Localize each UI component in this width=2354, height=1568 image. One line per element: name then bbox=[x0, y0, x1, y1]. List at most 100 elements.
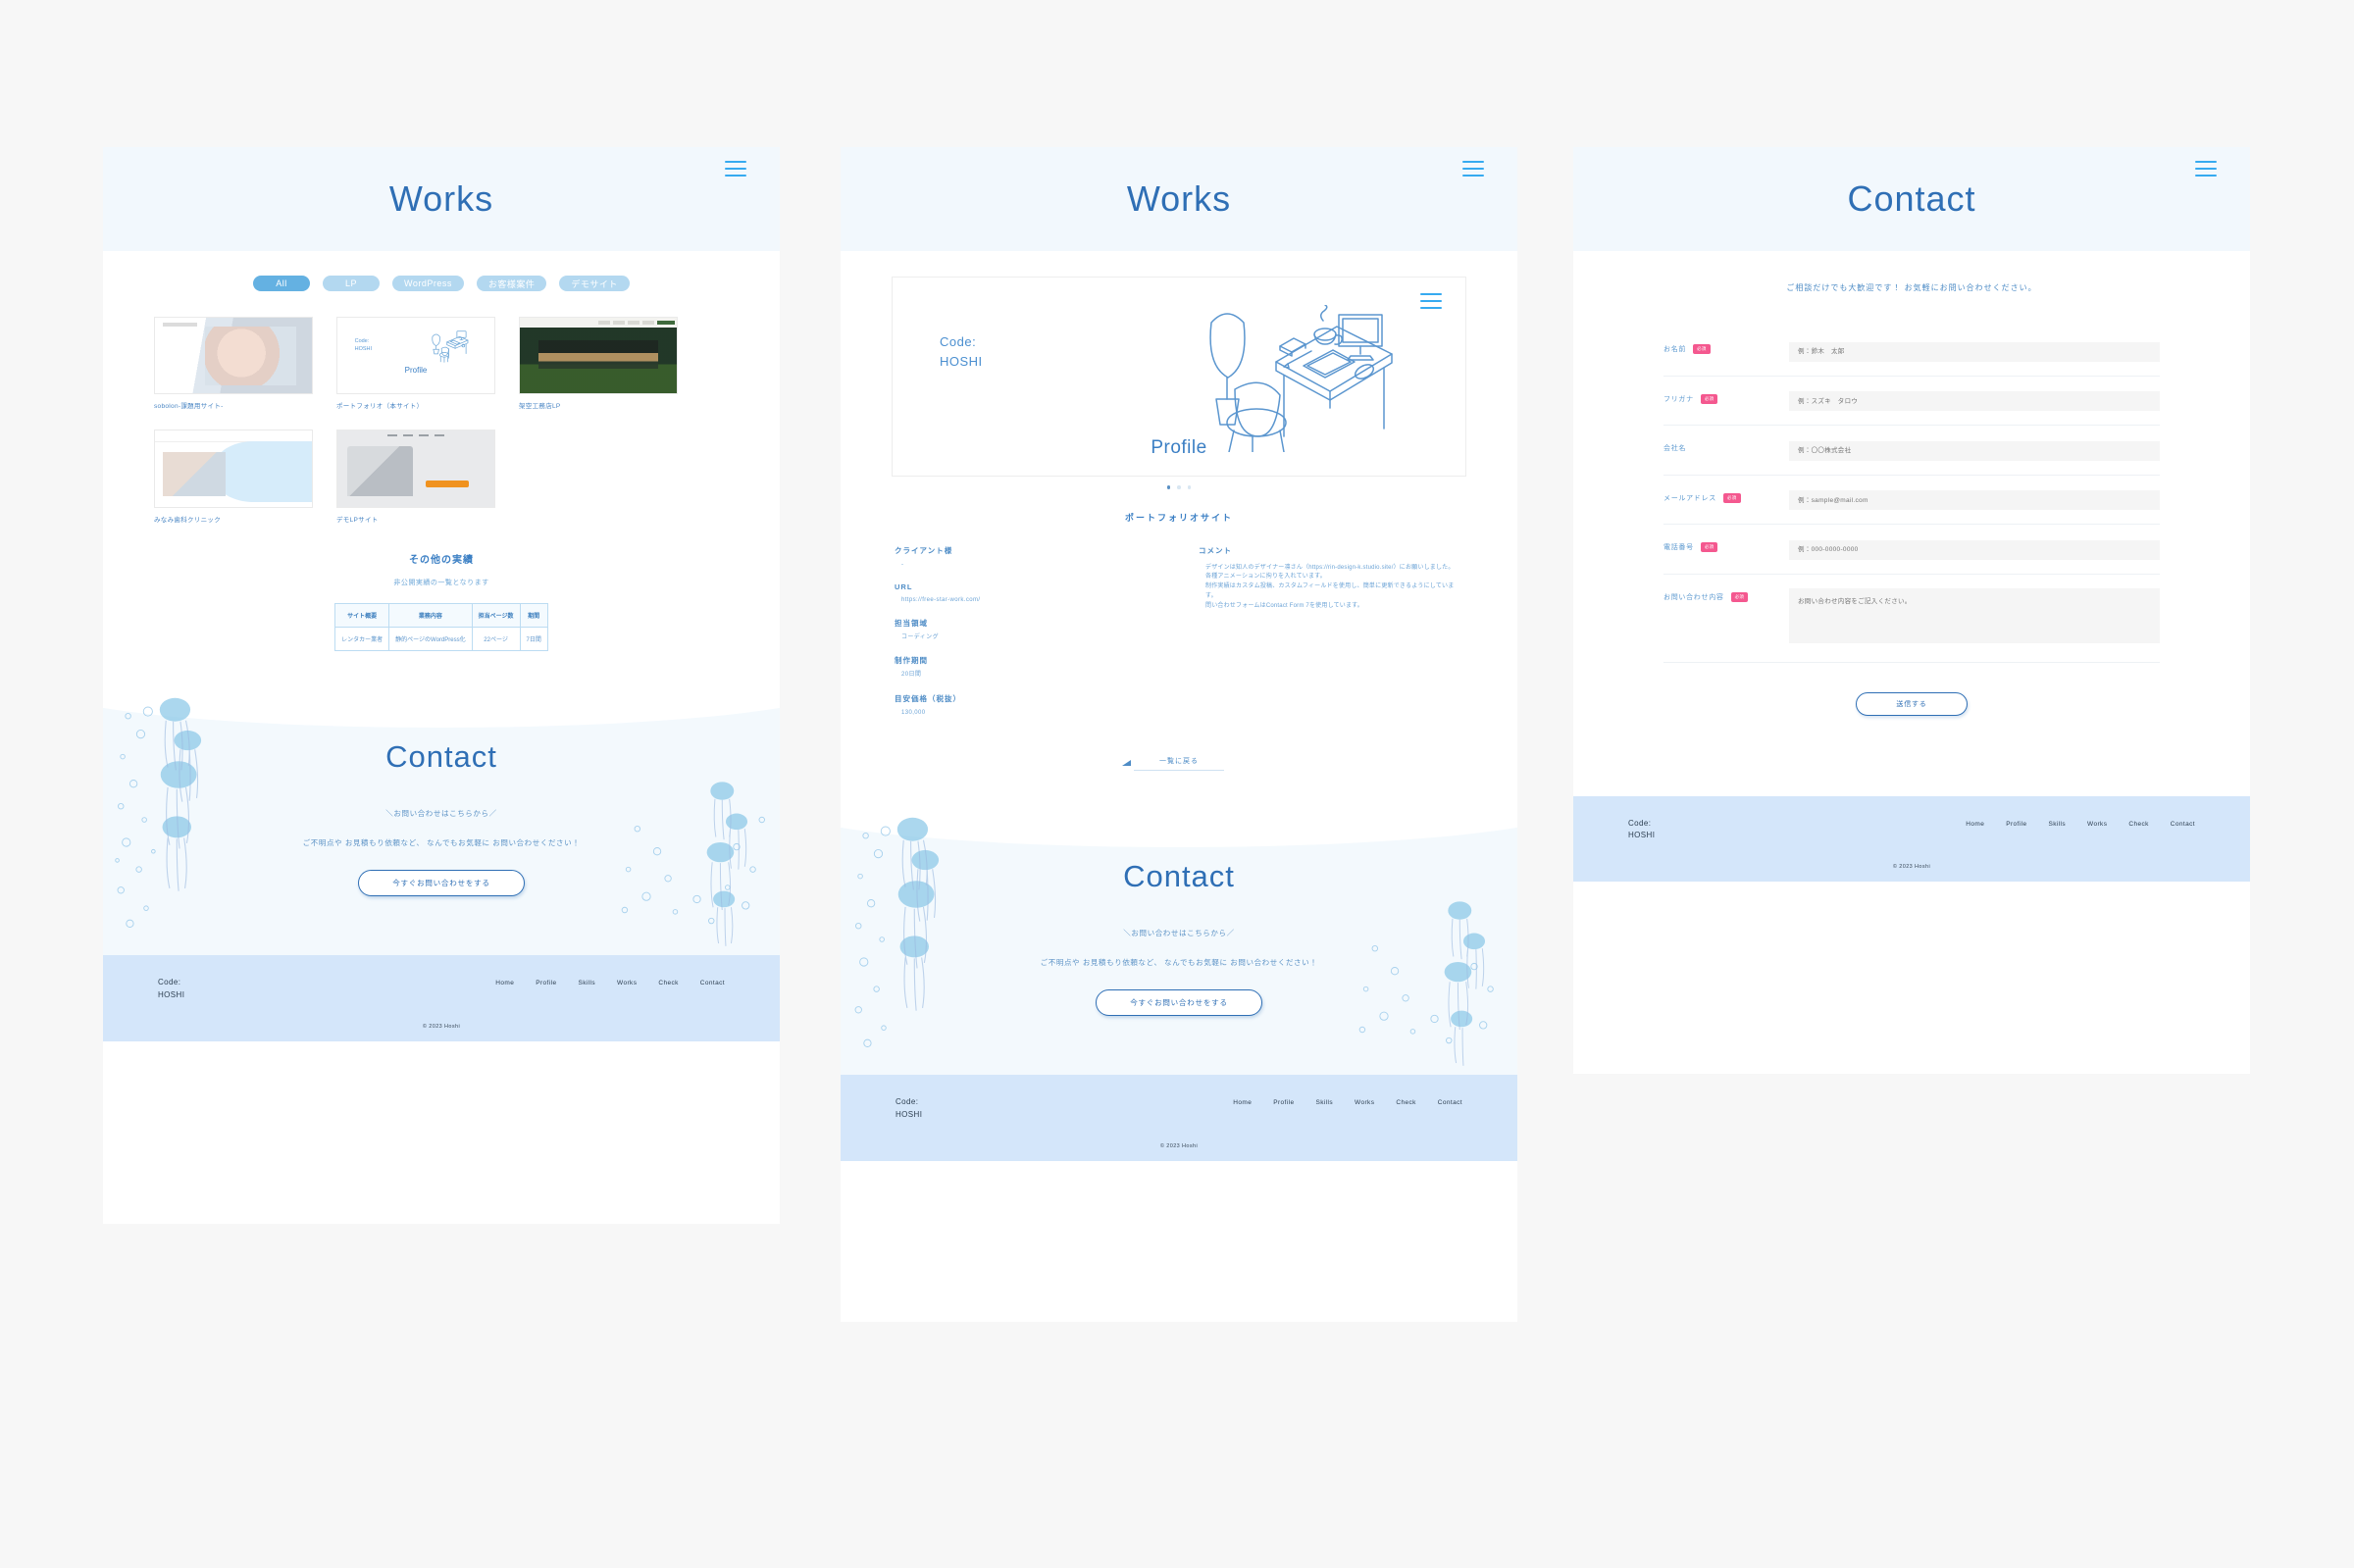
work-card[interactable]: sobolon-課題用サイト- bbox=[154, 317, 313, 410]
footer-nav-contact[interactable]: Contact bbox=[700, 980, 725, 986]
form-control bbox=[1789, 439, 2160, 461]
work-thumbnail-dental bbox=[154, 430, 313, 508]
submit-wrapper: 送信する bbox=[1663, 663, 2160, 716]
hamburger-menu-icon[interactable] bbox=[1462, 161, 1484, 177]
work-card[interactable]: Code: HOSHI Profile ポートフォリオ（本サイト） bbox=[336, 317, 495, 410]
filter-wordpress[interactable]: WordPress bbox=[392, 276, 464, 291]
footer-nav-profile[interactable]: Profile bbox=[1273, 1099, 1294, 1106]
field-value[interactable]: https://free-star-work.com/ bbox=[895, 596, 1159, 605]
cell-overview: レンタカー業者 bbox=[334, 627, 390, 651]
email-input[interactable] bbox=[1789, 490, 2160, 510]
works-grid: sobolon-課題用サイト- Code: HOSHI Profile ポートフ… bbox=[103, 291, 780, 524]
form-row-phone: 電話番号 必須 bbox=[1663, 525, 2160, 575]
carousel-dot-3[interactable] bbox=[1187, 485, 1192, 489]
hamburger-menu-icon[interactable] bbox=[725, 161, 746, 177]
footer-nav-skills[interactable]: Skills bbox=[2048, 821, 2066, 828]
field-value: 130,000 bbox=[901, 709, 926, 716]
footer-logo-line1: Code: bbox=[896, 1096, 919, 1106]
footer-nav-works[interactable]: Works bbox=[2087, 821, 2107, 828]
jellyfish-bubbles-illustration bbox=[115, 697, 202, 928]
work-thumbnail-sobolon bbox=[154, 317, 313, 394]
work-card[interactable]: 架空工務店LP bbox=[519, 317, 678, 410]
footer-nav-check[interactable]: Check bbox=[658, 980, 678, 986]
footer-nav-contact[interactable]: Contact bbox=[1438, 1099, 1462, 1106]
contact-now-button[interactable]: 今すぐお問い合わせをする bbox=[358, 870, 525, 896]
filter-lp[interactable]: LP bbox=[323, 276, 381, 291]
contact-form: お名前 必須 フリガナ 必須 会社名 bbox=[1573, 293, 2250, 716]
form-control bbox=[1789, 390, 2160, 411]
form-row-furigana: フリガナ 必須 bbox=[1663, 377, 2160, 426]
footer-nav-contact[interactable]: Contact bbox=[2171, 821, 2195, 828]
footer-logo[interactable]: Code: HOSHI bbox=[896, 1096, 922, 1122]
footer-nav-skills[interactable]: Skills bbox=[578, 980, 595, 986]
footer-nav-home[interactable]: Home bbox=[1233, 1099, 1252, 1106]
footer-row: Code: HOSHI Home Profile Skills Works Ch… bbox=[1573, 818, 2250, 843]
footer-nav-works[interactable]: Works bbox=[1355, 1099, 1374, 1106]
form-row-message: お問い合わせ内容 必須 bbox=[1663, 575, 2160, 663]
work-caption: 架空工務店LP bbox=[519, 403, 561, 410]
field-value: 20日間 bbox=[901, 672, 922, 679]
required-badge: 必須 bbox=[1693, 344, 1711, 354]
works-detail-page: Works Code: HOSHI Profile ポートフォリオサイト クライ… bbox=[841, 147, 1517, 1322]
footer-nav-check[interactable]: Check bbox=[2128, 821, 2148, 828]
required-badge: 必須 bbox=[1700, 393, 1718, 404]
name-input[interactable] bbox=[1789, 341, 2160, 362]
form-label-group: 会社名 bbox=[1663, 439, 1789, 453]
work-thumbnail-koumuten bbox=[519, 317, 678, 394]
column-header-task: 業務内容 bbox=[388, 603, 473, 628]
field-label: お名前 bbox=[1663, 346, 1687, 353]
field-label: 目安価格（税抜） bbox=[895, 693, 961, 703]
page-title: Works bbox=[388, 178, 494, 219]
required-badge: 必須 bbox=[1722, 492, 1741, 503]
page-hero: Works bbox=[103, 147, 780, 251]
footer-copyright: © 2023 Hoshi bbox=[422, 1023, 461, 1030]
detail-left-column: クライアント様 - URL https://free-star-work.com… bbox=[895, 545, 1159, 731]
work-detail-title: ポートフォリオサイト bbox=[1124, 512, 1233, 523]
footer-nav-profile[interactable]: Profile bbox=[536, 980, 556, 986]
form-label-group: フリガナ 必須 bbox=[1663, 390, 1789, 404]
message-textarea[interactable] bbox=[1789, 587, 2160, 643]
other-works-subtitle: 非公開実績の一覧となります bbox=[393, 580, 489, 586]
footer-nav-works[interactable]: Works bbox=[617, 980, 637, 986]
field-label: 担当領域 bbox=[895, 619, 928, 629]
footer-nav-skills[interactable]: Skills bbox=[1315, 1099, 1333, 1106]
company-input[interactable] bbox=[1789, 440, 2160, 461]
detail-field-role: 担当領域 コーディング bbox=[895, 618, 1159, 642]
footer-logo-line2: HOSHI bbox=[896, 1109, 923, 1119]
navbar-item bbox=[598, 321, 610, 325]
preview-profile-label: Profile bbox=[1151, 437, 1207, 458]
furigana-input[interactable] bbox=[1789, 391, 2160, 411]
jellyfish-bubbles-illustration bbox=[621, 782, 765, 946]
works-list-page: Works All LP WordPress お客様案件 デモサイト sobol… bbox=[103, 147, 780, 1224]
form-label-group: 電話番号 必須 bbox=[1663, 538, 1789, 552]
work-card[interactable]: デモLPサイト bbox=[336, 430, 495, 524]
hamburger-menu-icon[interactable] bbox=[2195, 161, 2217, 177]
carousel-dot-1[interactable] bbox=[1166, 485, 1171, 489]
footer-logo[interactable]: Code: HOSHI bbox=[1628, 818, 1655, 843]
form-control bbox=[1789, 587, 2160, 648]
form-control bbox=[1789, 538, 2160, 560]
footer-logo-line1: Code: bbox=[1628, 818, 1652, 828]
filter-client-project[interactable]: お客様案件 bbox=[476, 276, 547, 291]
filter-all[interactable]: All bbox=[253, 276, 311, 291]
burger-line bbox=[1420, 306, 1442, 309]
navbar-item bbox=[628, 321, 640, 325]
footer-nav-home[interactable]: Home bbox=[1966, 821, 1984, 828]
detail-hero-wrapper: Code: HOSHI Profile bbox=[841, 251, 1517, 489]
contact-now-button[interactable]: 今すぐお問い合わせをする bbox=[1096, 988, 1262, 1016]
required-badge: 必須 bbox=[1700, 542, 1718, 552]
work-card[interactable]: みなみ歯科クリニック bbox=[154, 430, 313, 524]
footer-nav-check[interactable]: Check bbox=[1396, 1099, 1415, 1106]
footer-nav-profile[interactable]: Profile bbox=[2006, 821, 2026, 828]
footer-nav-home[interactable]: Home bbox=[495, 980, 514, 986]
navbar-item bbox=[419, 433, 429, 436]
carousel-dot-2[interactable] bbox=[1177, 485, 1181, 489]
phone-input[interactable] bbox=[1789, 539, 2160, 560]
back-to-list-link[interactable]: 一覧に戻る bbox=[1122, 756, 1224, 771]
footer-logo[interactable]: Code: HOSHI bbox=[158, 977, 184, 1002]
form-label-group: お名前 必須 bbox=[1663, 340, 1789, 354]
filter-demo-site[interactable]: デモサイト bbox=[559, 276, 630, 291]
submit-button[interactable]: 送信する bbox=[1856, 691, 1968, 716]
site-footer: Code: HOSHI Home Profile Skills Works Ch… bbox=[1573, 795, 2250, 883]
